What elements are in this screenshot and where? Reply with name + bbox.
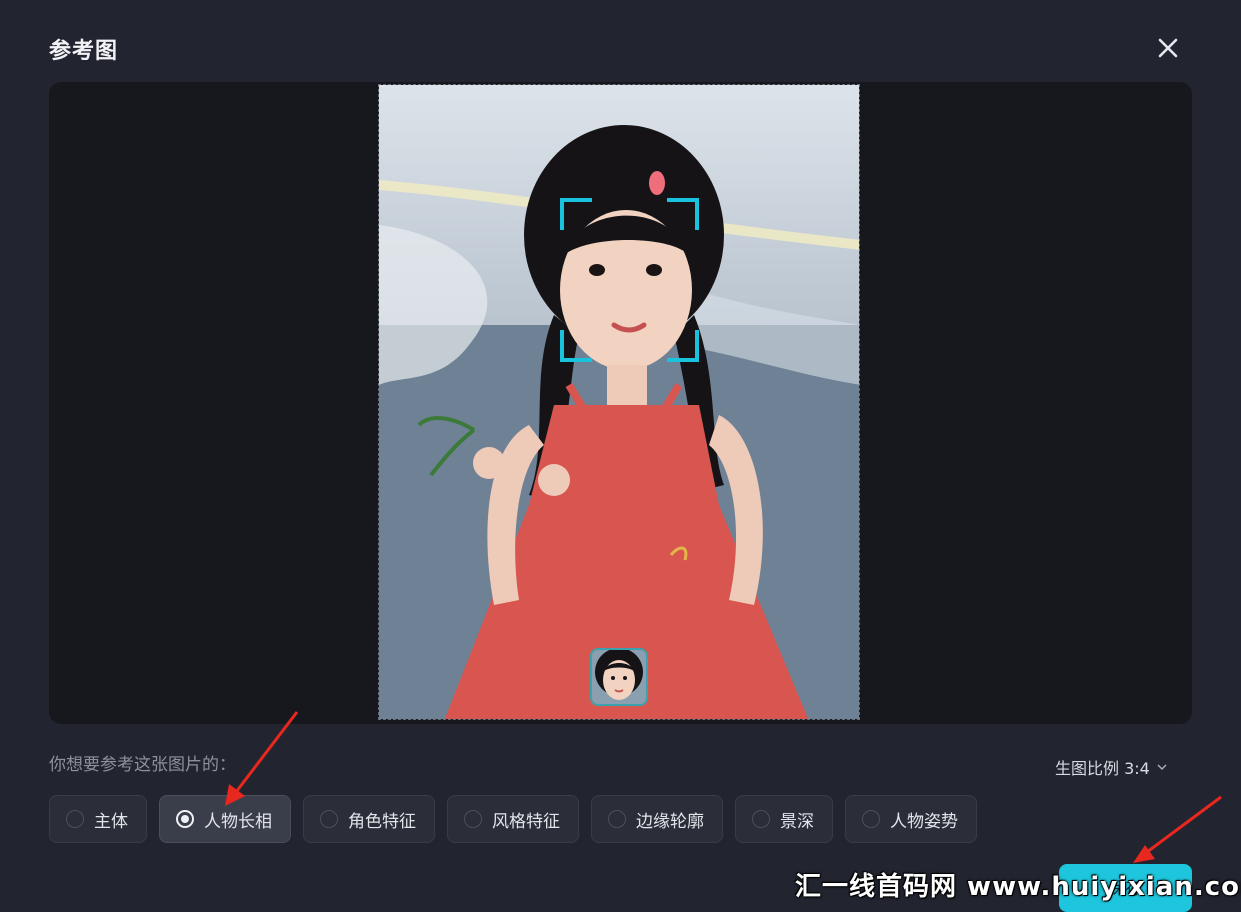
option-depth-of-field[interactable]: 景深 (735, 795, 833, 843)
radio-icon (320, 810, 338, 828)
option-face[interactable]: 人物长相 (159, 795, 291, 843)
option-label: 景深 (780, 811, 814, 832)
radio-icon (862, 810, 880, 828)
image-preview-panel (49, 82, 1192, 724)
option-pose[interactable]: 人物姿势 (845, 795, 977, 843)
radio-icon (66, 810, 84, 828)
radio-icon (608, 810, 626, 828)
close-button[interactable] (1152, 32, 1184, 64)
ratio-label: 生图比例 3:4 (1055, 759, 1150, 778)
reference-options: 主体 人物长相 角色特征 风格特征 边缘轮廓 景深 人物姿势 (49, 795, 977, 843)
radio-icon (752, 810, 770, 828)
radio-icon (464, 810, 482, 828)
dialog-title: 参考图 (49, 39, 119, 64)
option-style-features[interactable]: 风格特征 (447, 795, 579, 843)
option-edge-contour[interactable]: 边缘轮廓 (591, 795, 723, 843)
watermark: 汇一线首码网 www.huiyixian.com (795, 872, 1241, 902)
close-icon (1158, 38, 1178, 58)
option-label: 人物长相 (204, 811, 272, 832)
option-label: 风格特征 (492, 811, 560, 832)
option-label: 角色特征 (348, 811, 416, 832)
radio-checked-icon (176, 810, 194, 828)
face-crop-thumbnail (590, 648, 648, 706)
ratio-selector[interactable]: 生图比例 3:4 (1055, 755, 1168, 779)
option-character-features[interactable]: 角色特征 (303, 795, 435, 843)
annotation-arrow-save (1133, 795, 1222, 863)
option-label: 边缘轮廓 (636, 811, 704, 832)
reference-photo (378, 84, 860, 720)
option-label: 主体 (94, 811, 128, 832)
option-subject[interactable]: 主体 (49, 795, 147, 843)
option-label: 人物姿势 (890, 811, 958, 832)
reference-question: 你想要参考这张图片的： (49, 755, 236, 775)
chevron-down-icon (1157, 764, 1167, 771)
